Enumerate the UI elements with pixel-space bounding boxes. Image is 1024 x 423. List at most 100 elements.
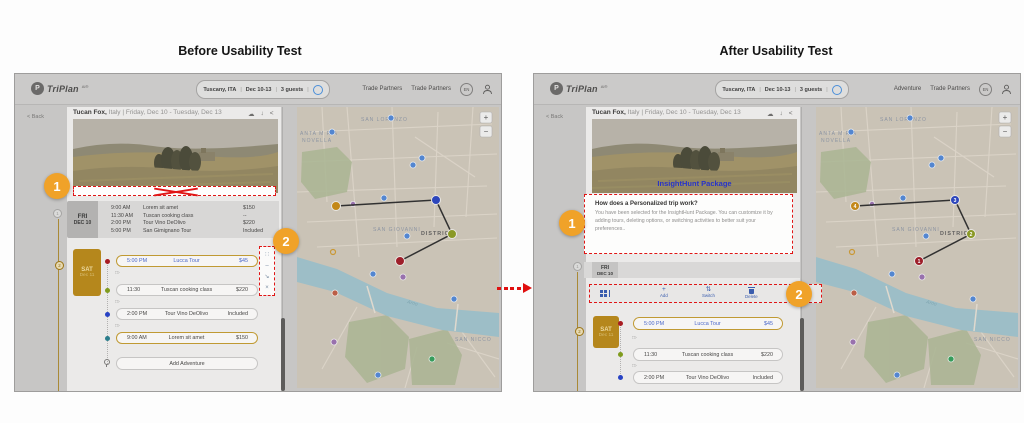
trip-dates: Dec 10-13: [764, 86, 791, 93]
stop-dot-teal: [104, 335, 110, 341]
transit-icon[interactable]: □›: [115, 270, 120, 276]
grid-icon[interactable]: [600, 290, 610, 297]
info-body: You have been selected for the InsightHu…: [595, 210, 773, 232]
weather-icon[interactable]: ☁: [767, 110, 774, 118]
nav-link-2[interactable]: Trade Partners: [411, 86, 451, 92]
trip-location: Tuscany, ITA: [203, 86, 237, 93]
trash-icon: [747, 286, 755, 294]
day-tab-fri[interactable]: FRI DEC 10: [592, 262, 618, 278]
trip-dates: Dec 10-13: [245, 86, 272, 93]
logo-text: TriPlan: [47, 83, 79, 94]
triplan-logo-icon: P: [550, 82, 563, 95]
account-icon[interactable]: [1001, 84, 1012, 95]
route-number-orange: 4: [854, 204, 857, 210]
download-icon[interactable]: ↓: [261, 110, 264, 118]
app-logo[interactable]: P TriPlan AI®: [550, 82, 607, 95]
triplan-logo-icon: P: [31, 82, 44, 95]
search-icon[interactable]: [831, 84, 842, 95]
scrollbar-thumb[interactable]: [799, 318, 804, 391]
share-icon[interactable]: <: [789, 110, 793, 118]
account-icon[interactable]: [482, 84, 493, 95]
nav-link-1[interactable]: Trade Partners: [362, 86, 402, 92]
after-screenshot-panel: P TriPlan AI® Tuscany, ITA | Dec 10-13 | 3…: [533, 73, 1021, 392]
logo-suffix: AI®: [81, 84, 89, 89]
scrollbar-thumb[interactable]: [280, 318, 285, 391]
day-tab-fri[interactable]: FRI DEC 10: [67, 201, 98, 238]
switch-button[interactable]: ⇅ Switch: [702, 286, 715, 298]
day-tab-sat[interactable]: SAT Dec 11: [73, 249, 101, 296]
itinerary-item[interactable]: 5:00 PM Lucca Tour $45: [633, 317, 783, 330]
trip-summary-pill[interactable]: Tuscany, ITA | Dec 10-13 | 3 guests |: [715, 80, 849, 99]
logo-suffix: AI®: [600, 84, 608, 89]
schedule-row: 9:00 AM Lorem sit amet $150: [111, 204, 255, 211]
trip-summary-pill[interactable]: Tuscany, ITA | Dec 10-13 | 3 guests |: [196, 80, 330, 99]
itinerary-item[interactable]: 5:00 PM Lucca Tour $45: [116, 255, 258, 267]
day-tab-sat[interactable]: SAT Dec 11: [593, 316, 619, 348]
annotation-badge-2: 2: [786, 281, 812, 307]
schedule-row: 2:00 PM Tour Vino DeOlivo $220: [111, 220, 255, 227]
logo-text: TriPlan: [566, 83, 598, 94]
package-label: InsightHunt Package: [657, 179, 732, 188]
route-number-olive: 2: [970, 232, 973, 238]
trip-map[interactable]: [297, 107, 499, 388]
annotation-badge-2: 2: [273, 228, 299, 254]
route-number-red: 1: [918, 259, 921, 265]
back-link[interactable]: < Back: [546, 114, 563, 120]
trip-guests: 3 guests: [280, 86, 304, 93]
timeline-step-2: 2: [575, 327, 584, 336]
route-number-blue: 3: [954, 198, 957, 204]
grid-icon[interactable]: ∷: [265, 251, 269, 258]
language-badge[interactable]: EN: [979, 82, 992, 96]
trip-title: Tucan Fox, Italy | Friday, Dec 10 - Tues…: [73, 109, 222, 116]
transit-icon[interactable]: □›: [632, 363, 637, 369]
annotation-edit-toolbar: ∷ – ↘ ×: [259, 246, 275, 296]
annotation-badge-1: 1: [559, 210, 585, 236]
itinerary-item[interactable]: 2:00 PM Tour Vino DeOlivo Included: [116, 308, 258, 320]
before-section-title: Before Usability Test: [178, 44, 302, 58]
transit-icon[interactable]: □›: [632, 335, 637, 341]
add-button[interactable]: + Add: [660, 286, 668, 298]
header-nav: Adventure Trade Partners EN: [894, 74, 1012, 104]
language-badge[interactable]: EN: [460, 82, 473, 96]
back-link[interactable]: < Back: [27, 114, 44, 120]
delete-button[interactable]: Delete: [745, 286, 758, 299]
stop-dot-red: [617, 320, 623, 326]
app-header: P TriPlan AI® Tuscany, ITA | Dec 10-13 | 3…: [534, 74, 1020, 105]
info-heading: How does a Personalized trip work?: [595, 201, 698, 207]
stop-dot-blue: [617, 374, 623, 380]
itinerary-item[interactable]: 11:30 Tuscan cooking class $220: [116, 284, 258, 296]
before-screenshot-panel: P TriPlan AI® Tuscany, ITA | Dec 10-13 | 3…: [14, 73, 502, 392]
trip-guests: 3 guests: [799, 86, 823, 93]
walk-icon[interactable]: □›: [115, 323, 120, 329]
itinerary-item[interactable]: 2:00 PM Tour Vino DeOlivo Included: [633, 371, 783, 384]
day-fri-schedule: 9:00 AM Lorem sit amet $150 11:30 AM Tuscan…: [98, 201, 279, 238]
timeline-step-1: 1: [573, 262, 582, 271]
add-adventure-button[interactable]: Add Adventure: [116, 357, 258, 370]
search-icon[interactable]: [312, 84, 323, 95]
move-arrow-icon[interactable]: ↘: [264, 273, 269, 280]
schedule-row: 11:30 AM Tuscan cooking class --: [111, 212, 247, 219]
app-header: P TriPlan AI® Tuscany, ITA | Dec 10-13 | 3…: [15, 74, 501, 105]
share-icon[interactable]: <: [270, 110, 274, 118]
stop-dot-green: [104, 287, 110, 293]
nav-link-2[interactable]: Trade Partners: [930, 86, 970, 92]
annotation-info-card: How does a Personalized trip work? You h…: [584, 194, 793, 254]
location-pin-icon: [104, 359, 110, 368]
app-logo[interactable]: P TriPlan AI®: [31, 82, 88, 95]
itinerary-item[interactable]: 9:00 AM Lorem sit amet $150: [116, 332, 258, 344]
after-section-title: After Usability Test: [719, 44, 833, 58]
stop-dot-red: [104, 258, 110, 264]
weather-icon[interactable]: ☁: [248, 110, 255, 118]
schedule-row: 5:00 PM San Gimignano Tour Included: [111, 228, 264, 235]
itinerary-item[interactable]: 11:30 Tuscan cooking class $220: [633, 348, 783, 361]
stop-dot-blue: [104, 311, 110, 317]
trip-photo: [73, 119, 278, 193]
annotation-badge-1: 1: [44, 173, 70, 199]
download-icon[interactable]: ↓: [780, 110, 783, 118]
trip-map[interactable]: 4 3 2 1: [816, 107, 1018, 388]
header-nav: Trade Partners Trade Partners EN: [362, 74, 493, 104]
nav-link-1[interactable]: Adventure: [894, 86, 921, 92]
transit-icon[interactable]: □›: [115, 299, 120, 305]
close-icon[interactable]: ×: [265, 285, 269, 291]
minus-icon[interactable]: –: [265, 263, 268, 269]
